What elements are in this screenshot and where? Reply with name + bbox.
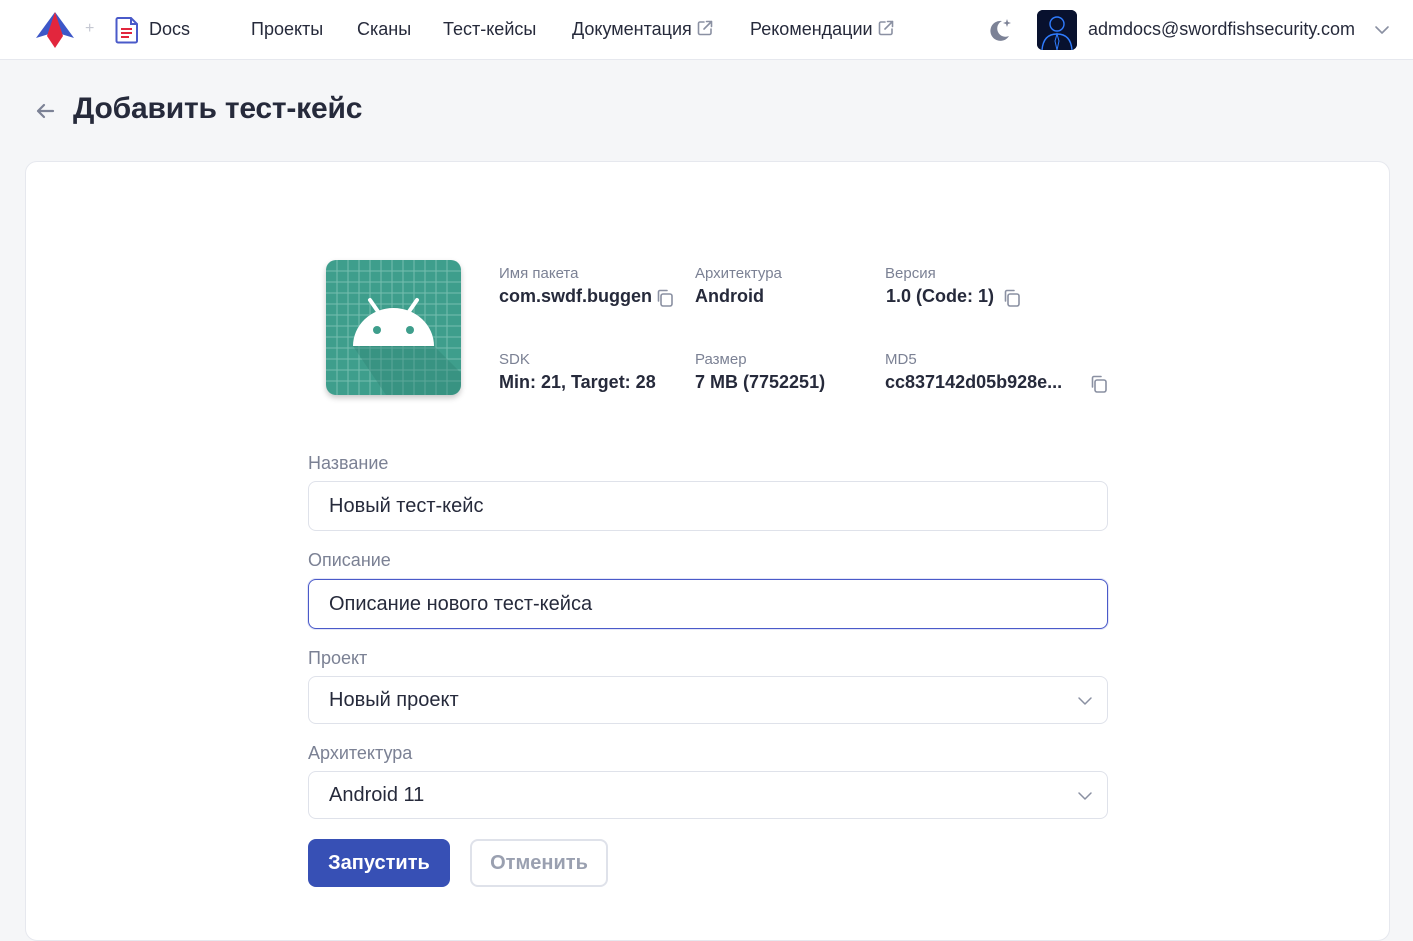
name-input[interactable] — [308, 481, 1108, 531]
chevron-down-icon[interactable] — [1374, 22, 1390, 38]
description-field-label: Описание — [308, 550, 391, 570]
copy-icon[interactable] — [655, 288, 675, 308]
user-email[interactable]: admdocs@swordfishsecurity.com — [1088, 19, 1355, 40]
architecture-meta-label: Архитектура — [695, 265, 782, 282]
project-field-label: Проект — [308, 648, 368, 668]
sdk-label: SDK — [499, 351, 530, 368]
copy-icon[interactable] — [1089, 374, 1109, 394]
md5-value: cc837142d05b928e... — [885, 372, 1063, 392]
chevron-down-icon — [1078, 792, 1092, 800]
nav-test-cases[interactable]: Тест-кейсы — [443, 19, 536, 40]
md5-label: MD5 — [885, 351, 917, 368]
cancel-button[interactable]: Отменить — [470, 839, 608, 887]
package-name-value: com.swdf.buggen — [499, 286, 652, 306]
nav-recommendations[interactable]: Рекомендации — [750, 19, 895, 40]
nav-label: Сканы — [357, 19, 412, 39]
docs-icon[interactable] — [114, 16, 140, 44]
sdk-value: Min: 21, Target: 28 — [499, 372, 656, 392]
project-select[interactable]: Новый проект — [308, 676, 1108, 724]
nav-label: Проекты — [251, 19, 324, 39]
package-name-label: Имя пакета — [499, 265, 579, 282]
external-link-icon — [697, 20, 713, 36]
architecture-select-value: Android 11 — [329, 784, 425, 806]
avatar[interactable] — [1037, 10, 1077, 50]
size-label: Размер — [695, 351, 747, 368]
version-label: Версия — [885, 265, 936, 282]
size-value: 7 MB (7752251) — [695, 372, 826, 392]
chevron-down-icon — [1078, 697, 1092, 705]
description-input[interactable] — [308, 579, 1108, 629]
nav-scans[interactable]: Сканы — [357, 19, 411, 40]
android-app-icon — [326, 260, 461, 395]
version-value: 1.0 (Code: 1) — [886, 286, 995, 306]
arrow-left-icon[interactable] — [33, 99, 57, 123]
nav-label: Документация — [572, 19, 692, 39]
project-select-value: Новый проект — [329, 689, 459, 711]
page-title: Добавить тест-кейс — [73, 92, 363, 125]
plus-separator: + — [85, 20, 95, 37]
architecture-select[interactable]: Android 11 — [308, 771, 1108, 819]
architecture-meta-value: Android — [695, 286, 764, 306]
copy-icon[interactable] — [1002, 288, 1022, 308]
nav-projects[interactable]: Проекты — [251, 19, 323, 40]
nav-documentation[interactable]: Документация — [572, 19, 714, 40]
run-button[interactable]: Запустить — [308, 839, 450, 887]
nav-label: Рекомендации — [750, 19, 873, 39]
theme-toggle-icon[interactable] — [986, 16, 1014, 44]
docs-label[interactable]: Docs — [149, 19, 190, 40]
name-field-label: Название — [308, 453, 389, 473]
logo-icon[interactable] — [34, 10, 76, 50]
top-navigation-bar: + Docs Проекты Сканы Тест-кейсы Документ… — [0, 0, 1413, 60]
external-link-icon — [878, 20, 893, 36]
architecture-field-label: Архитектура — [308, 743, 413, 763]
avatar-image — [1037, 10, 1077, 50]
nav-label: Тест-кейсы — [443, 19, 537, 39]
